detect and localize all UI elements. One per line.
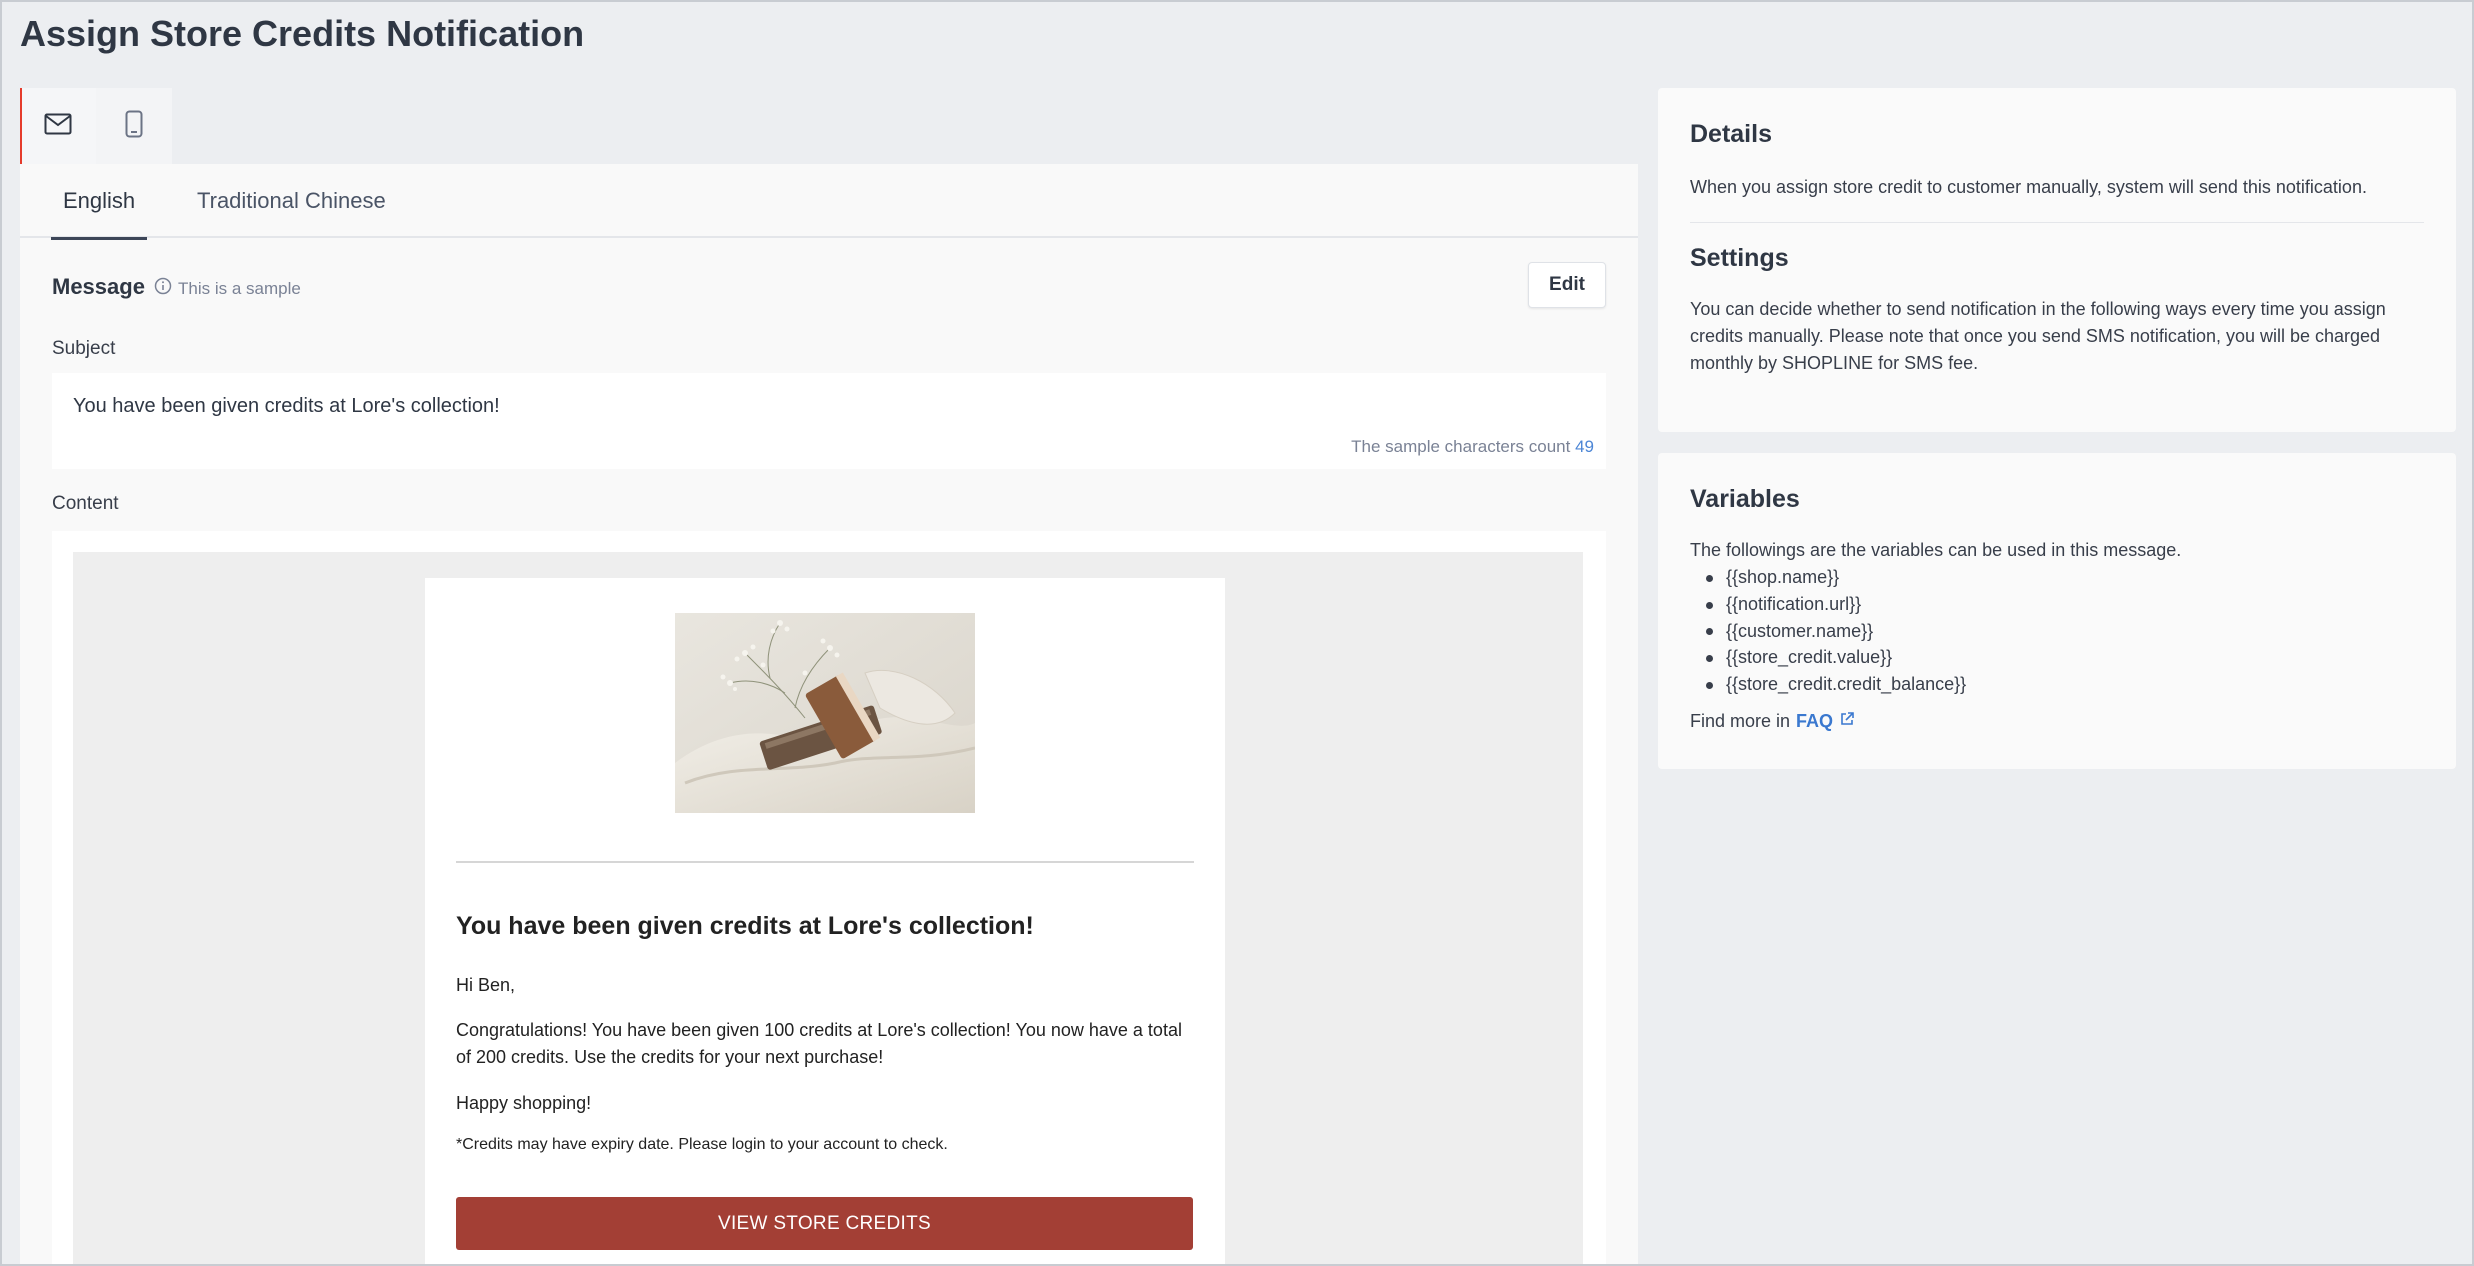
find-more-text: Find more in xyxy=(1690,711,1791,731)
edit-button[interactable]: Edit xyxy=(1528,262,1606,308)
subject-value: You have been given credits at Lore's co… xyxy=(73,395,500,417)
content-label: Content xyxy=(52,493,119,514)
sample-note: This is a sample xyxy=(154,277,301,300)
email-preview-background: You have been given credits at Lore's co… xyxy=(73,552,1583,1266)
language-tabs: English Traditional Chinese xyxy=(20,164,1638,240)
email-preview-card: You have been given credits at Lore's co… xyxy=(425,578,1225,1266)
character-count-value: 49 xyxy=(1575,437,1594,456)
mail-icon xyxy=(44,113,72,140)
subject-field: You have been given credits at Lore's co… xyxy=(52,373,1606,469)
variables-intro: The followings are the variables can be … xyxy=(1690,540,2182,560)
variables-card: Variables The followings are the variabl… xyxy=(1658,453,2456,769)
email-channel-button[interactable] xyxy=(20,88,106,171)
page-title: Assign Store Credits Notification xyxy=(20,13,585,54)
email-signoff: Happy shopping! xyxy=(456,1093,592,1113)
shop-banner-image xyxy=(675,613,975,813)
variables-title: Variables xyxy=(1690,485,1800,513)
notification-editor-panel: English Traditional Chinese Message This… xyxy=(20,88,1638,1266)
settings-title: Settings xyxy=(1690,244,1789,272)
details-divider xyxy=(1690,222,2424,223)
info-icon xyxy=(154,277,172,300)
email-body: Congratulations! You have been given 100… xyxy=(456,1020,1182,1067)
faq-line: Find more in FAQ xyxy=(1690,711,1855,732)
tab-traditional-chinese[interactable]: Traditional Chinese xyxy=(197,164,386,238)
message-header: Message This is a sample Edit xyxy=(52,262,1606,312)
channel-selector xyxy=(20,88,1638,171)
mobile-phone-icon xyxy=(125,110,143,143)
character-count-label: The sample characters count xyxy=(1351,437,1571,456)
view-store-credits-button[interactable]: VIEW STORE CREDITS xyxy=(456,1197,1193,1250)
content-preview: You have been given credits at Lore's co… xyxy=(52,531,1606,1266)
email-footnote: *Credits may have expiry date. Please lo… xyxy=(456,1136,948,1153)
list-item: {{store_credit.value}} xyxy=(1726,644,1966,671)
variables-list: {{shop.name}} {{notification.url}} {{cus… xyxy=(1726,564,1966,698)
list-item: {{customer.name}} xyxy=(1726,618,1966,645)
email-heading: You have been given credits at Lore's co… xyxy=(456,912,1034,940)
list-item: {{notification.url}} xyxy=(1726,591,1966,618)
details-text: When you assign store credit to customer… xyxy=(1690,177,2367,197)
message-label: Message xyxy=(52,274,145,299)
email-divider xyxy=(456,861,1194,863)
details-title: Details xyxy=(1690,120,1772,148)
sample-note-text: This is a sample xyxy=(178,278,301,298)
list-item: {{store_credit.credit_balance}} xyxy=(1726,671,1966,698)
sms-channel-button[interactable] xyxy=(96,88,172,164)
details-card: Details When you assign store credit to … xyxy=(1658,88,2456,432)
character-count: The sample characters count 49 xyxy=(1351,437,1594,457)
tab-english[interactable]: English xyxy=(50,164,148,240)
external-link-icon xyxy=(1839,711,1855,732)
faq-link[interactable]: FAQ xyxy=(1796,711,1833,732)
subject-label: Subject xyxy=(52,338,116,359)
settings-text: You can decide whether to send notificat… xyxy=(1690,299,2386,373)
email-greeting: Hi Ben, xyxy=(456,975,516,995)
list-item: {{shop.name}} xyxy=(1726,564,1966,591)
